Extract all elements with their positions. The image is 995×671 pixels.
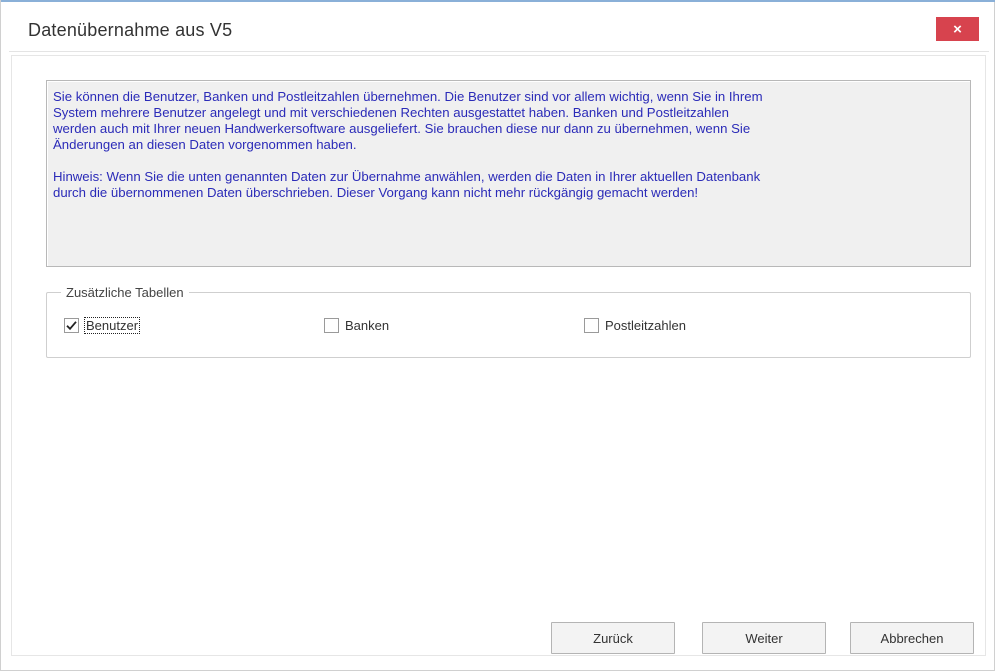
group-legend: Zusätzliche Tabellen — [61, 285, 189, 300]
window-title: Datenübernahme aus V5 — [28, 20, 233, 40]
dialog-window: Datenübernahme aus V5 × Sie können die B… — [0, 0, 995, 671]
info-paragraph-1: Sie können die Benutzer, Banken und Post… — [53, 89, 763, 152]
checkbox-postleitzahlen[interactable]: Postleitzahlen — [584, 318, 686, 333]
close-icon: × — [953, 20, 962, 38]
checkbox-banken[interactable]: Banken — [324, 318, 389, 333]
checkmark-icon — [66, 321, 77, 331]
checkbox-benutzer-box[interactable] — [64, 318, 79, 333]
checkbox-benutzer[interactable]: Benutzer — [64, 317, 141, 334]
window-top-accent — [1, 0, 995, 2]
checkbox-banken-box[interactable] — [324, 318, 339, 333]
title-separator — [9, 51, 989, 52]
checkbox-benutzer-label[interactable]: Benutzer — [83, 317, 141, 334]
checkbox-banken-label[interactable]: Banken — [345, 318, 389, 333]
additional-tables-group — [46, 292, 971, 358]
info-text-box: Sie können die Benutzer, Banken und Post… — [46, 80, 971, 267]
cancel-button[interactable]: Abbrechen — [850, 622, 974, 654]
info-paragraph-2: Hinweis: Wenn Sie die unten genannten Da… — [53, 169, 761, 200]
next-button[interactable]: Weiter — [702, 622, 826, 654]
close-button[interactable]: × — [936, 17, 979, 41]
checkbox-postleitzahlen-label[interactable]: Postleitzahlen — [605, 318, 686, 333]
back-button[interactable]: Zurück — [551, 622, 675, 654]
checkbox-postleitzahlen-box[interactable] — [584, 318, 599, 333]
